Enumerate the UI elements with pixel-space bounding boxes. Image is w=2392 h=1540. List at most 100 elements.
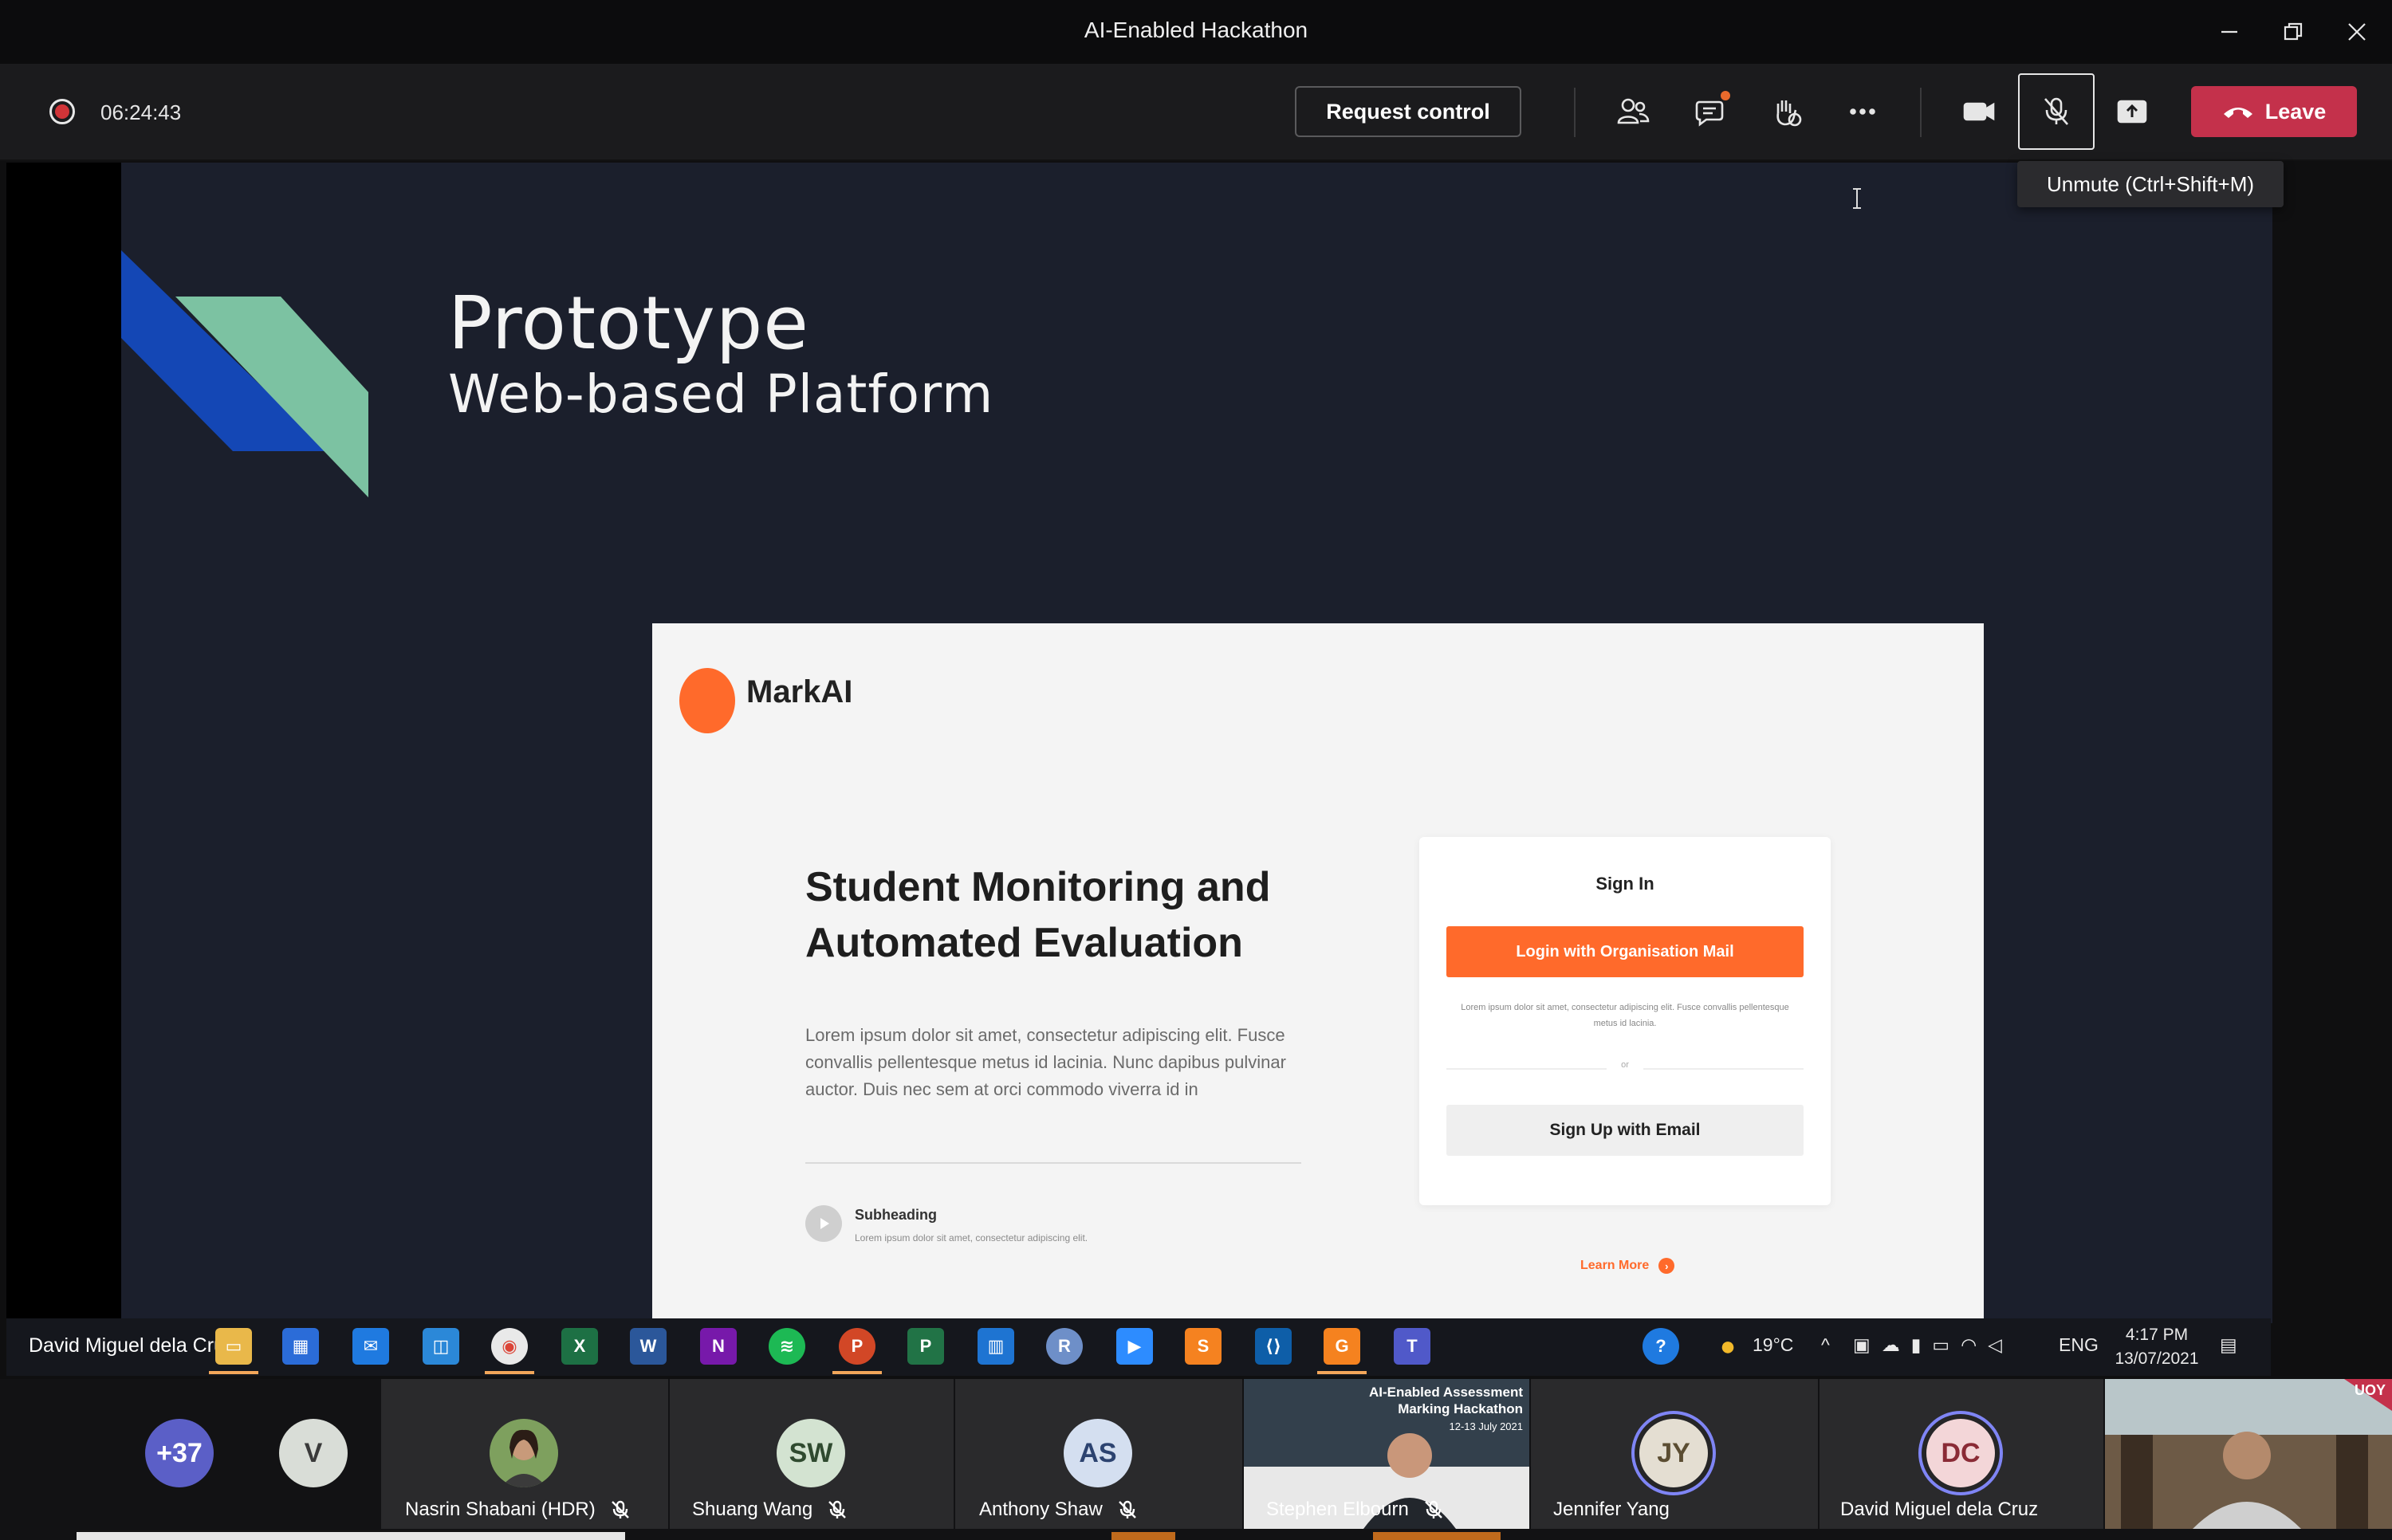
presentation-slide: Prototype Web-based Platform MarkAI Stud…: [121, 163, 2272, 1323]
mic-tooltip: Unmute (Ctrl+Shift+M): [2017, 161, 2284, 207]
tray-chevron-icon: ^: [1821, 1334, 1830, 1355]
request-control-button[interactable]: Request control: [1295, 86, 1521, 137]
meeting-toolbar: 06:24:43 Request control Leave: [0, 64, 2392, 161]
avatar: DC: [1926, 1419, 1995, 1487]
overflow-participants-button[interactable]: +37: [145, 1419, 214, 1487]
web-platform-mockup: MarkAI Student Monitoring and Automated …: [652, 623, 1984, 1323]
participant-tile-stephen-video[interactable]: AI-Enabled Assessment Marking Hackathon …: [1244, 1379, 1529, 1529]
restore-button[interactable]: [2269, 11, 2317, 53]
teams-icon: T: [1394, 1328, 1430, 1365]
share-screen-button[interactable]: [2107, 86, 2158, 137]
subheading-text: Lorem ipsum dolor sit amet, consectetur …: [855, 1232, 1088, 1243]
more-actions-button[interactable]: [1837, 86, 1888, 137]
mic-off-icon: [1118, 1500, 1136, 1518]
window-title: AI-Enabled Hackathon: [1084, 18, 1308, 42]
participant-name-text: Jennifer Yang: [1553, 1499, 1670, 1520]
mic-off-icon: [2044, 97, 2068, 125]
avatar: AS: [1064, 1419, 1132, 1487]
participant-tile-david[interactable]: DC David Miguel dela Cruz: [1820, 1379, 2103, 1529]
gitkraken-icon: G: [1317, 1328, 1367, 1374]
teams-meeting-window: AI-Enabled Hackathon 06:24:43 Request co…: [0, 0, 2392, 1540]
participant-name: Anthony Shaw: [979, 1499, 1138, 1521]
camera-icon: [1963, 102, 1995, 121]
participant-name-text: Shuang Wang: [692, 1499, 813, 1520]
slide-title: Prototype: [448, 281, 809, 366]
recording-timer: 06:24:43: [100, 100, 182, 124]
powerpoint-icon: P: [832, 1328, 882, 1374]
project-icon: P: [907, 1328, 944, 1365]
clock-time: 4:17 PM: [2125, 1326, 2189, 1344]
participant-name: Jennifer Yang: [1553, 1499, 1670, 1521]
minimize-icon: [2221, 30, 2237, 33]
hero-heading: Student Monitoring and Automated Evaluat…: [805, 864, 1271, 966]
sign-in-card: Sign In Login with Organisation Mail Lor…: [1419, 837, 1831, 1205]
tray-icons: ▣☁▮▭◠◁: [1853, 1334, 2013, 1355]
camera-toggle-button[interactable]: [1953, 86, 2004, 137]
uoy-badge: UOY: [2354, 1382, 2386, 1398]
mic-off-icon: [611, 1500, 629, 1518]
gallery-scroll-indicator: [77, 1532, 625, 1540]
participant-tile-anthony[interactable]: AS Anthony Shaw: [955, 1379, 1242, 1529]
avatar: [490, 1419, 558, 1487]
store-icon: ▦: [282, 1328, 319, 1365]
avatar: SW: [777, 1419, 845, 1487]
markai-logo: [679, 668, 735, 733]
video-feed: [2105, 1379, 2392, 1529]
file-explorer-icon: ▭: [209, 1328, 258, 1374]
chat-button[interactable]: [1684, 86, 1735, 137]
reactions-button[interactable]: [1761, 86, 1812, 137]
presenter-name: David Miguel dela Cruz: [29, 1334, 235, 1357]
participant-tile-jennifer[interactable]: JY Jennifer Yang: [1531, 1379, 1818, 1529]
title-bar: AI-Enabled Hackathon: [0, 0, 2392, 64]
close-icon: [2348, 23, 2366, 41]
close-button[interactable]: [2333, 11, 2381, 53]
participant-name-text: Anthony Shaw: [979, 1499, 1103, 1520]
learn-more-label: Learn More: [1580, 1259, 1650, 1272]
more-icon: [1850, 108, 1875, 115]
mail-icon: ✉: [352, 1328, 389, 1365]
sublime-icon: S: [1185, 1328, 1222, 1365]
mic-toggle-button[interactable]: [2018, 73, 2095, 150]
weather-temp: 19°C: [1753, 1334, 1794, 1355]
raise-hand-icon: [1776, 100, 1802, 127]
gallery-indicator: [1373, 1532, 1501, 1540]
toolbar-divider: [1574, 88, 1576, 137]
participant-name: Shuang Wang: [692, 1499, 848, 1521]
chrome-icon: ◉: [485, 1328, 534, 1374]
mic-off-icon: [1424, 1500, 1442, 1518]
clock-date: 13/07/2021: [2115, 1349, 2199, 1368]
restore-icon: [2284, 22, 2303, 41]
minimize-button[interactable]: [2205, 11, 2253, 53]
learn-more-link: Learn More ›: [1580, 1258, 1675, 1274]
or-label-wrap: or: [1419, 1060, 1831, 1070]
participant-avatar-v[interactable]: V: [279, 1419, 348, 1487]
help-icon: ?: [1643, 1328, 1679, 1365]
text-cursor-icon: [1853, 188, 1861, 209]
trello-icon: ▥: [978, 1328, 1014, 1365]
participants-button[interactable]: [1607, 86, 1658, 137]
participant-name-text: Stephen Elbourn: [1266, 1499, 1409, 1520]
participant-tile-shuang[interactable]: SW Shuang Wang: [670, 1379, 954, 1529]
participant-name: Nasrin Shabani (HDR): [405, 1499, 631, 1521]
chat-notification-dot: [1721, 91, 1730, 100]
presenter-taskbar: David Miguel dela Cruz ▭ ▦ ✉ ◫ ◉ X W N ≋…: [6, 1318, 2271, 1376]
excel-icon: X: [561, 1328, 598, 1365]
participant-tile-video[interactable]: UOY: [2105, 1379, 2392, 1529]
avatar: JY: [1639, 1419, 1708, 1487]
participant-tile-nasrin[interactable]: Nasrin Shabani (HDR): [381, 1379, 668, 1529]
outlook-icon: ◫: [423, 1328, 459, 1365]
weather-sun-icon: ●: [1719, 1330, 1737, 1361]
share-icon: [2117, 100, 2147, 124]
onenote-icon: N: [700, 1328, 737, 1365]
r-icon: R: [1046, 1328, 1083, 1365]
phone-icon: [2223, 108, 2252, 118]
login-org-mail-button: Login with Organisation Mail: [1446, 926, 1804, 977]
gallery-indicator: [1111, 1532, 1175, 1540]
leave-button[interactable]: Leave: [2191, 86, 2357, 137]
or-label: or: [1607, 1060, 1643, 1070]
zoom-icon: ▶: [1116, 1328, 1153, 1365]
mic-off-icon: [828, 1500, 847, 1518]
slide-decoration: [121, 250, 368, 497]
brand-name: MarkAI: [746, 674, 853, 709]
sign-up-email-button: Sign Up with Email: [1446, 1105, 1804, 1156]
